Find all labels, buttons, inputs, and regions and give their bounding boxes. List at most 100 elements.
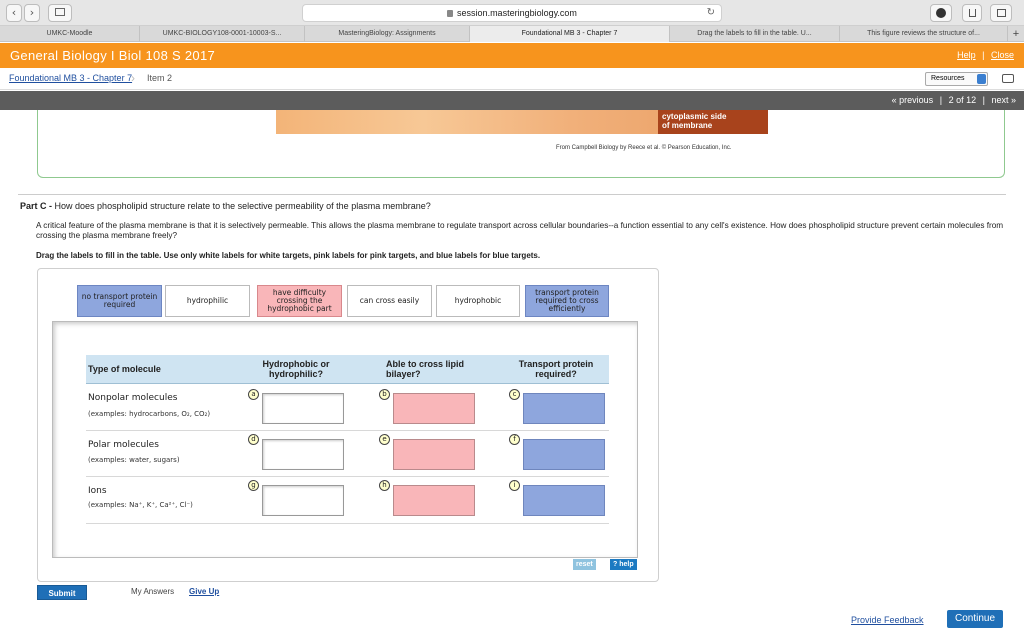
header-links: Help | Close (957, 50, 1014, 60)
breadcrumb-current: Item 2 (147, 73, 173, 83)
download-icon (936, 8, 946, 18)
address-bar[interactable]: session.masteringbiology.com ↻ (302, 4, 722, 22)
label-no-transport-protein[interactable]: no transport protein required (77, 285, 162, 317)
figure-panel: cytoplasmic side of membrane From Campbe… (37, 110, 1005, 178)
target-letter: e (379, 434, 390, 445)
lock-icon (447, 10, 454, 17)
tab-foundational-mb3[interactable]: Foundational MB 3 - Chapter 7 (470, 26, 670, 42)
forward-button[interactable]: › (24, 4, 40, 22)
label-have-difficulty-crossing[interactable]: have difficulty crossing the hydrophobic… (257, 285, 342, 317)
reset-button[interactable]: reset (573, 559, 596, 570)
course-title: General Biology I Biol 108 S 2017 (10, 48, 216, 63)
course-header: General Biology I Biol 108 S 2017 Help |… (0, 43, 1024, 68)
row-name: Ions (88, 486, 107, 496)
header-transport: Transport protein required? (518, 359, 594, 379)
row-divider (86, 430, 609, 431)
target-letter: b (379, 389, 390, 400)
answer-table-area: Type of molecule Hydrophobic or hydrophi… (52, 321, 638, 558)
continue-button[interactable]: Continue (947, 610, 1003, 628)
drop-target-h[interactable] (393, 485, 475, 516)
membrane-figure: cytoplasmic side of membrane (276, 110, 768, 134)
pager-separator: | (982, 95, 985, 105)
back-button[interactable]: ‹ (6, 4, 22, 22)
target-letter: h (379, 480, 390, 491)
header-cross-bilayer: Able to cross lipid bilayer? (386, 359, 465, 379)
table-header: Type of molecule Hydrophobic or hydrophi… (86, 355, 609, 384)
tabs-overview-button[interactable] (990, 4, 1012, 22)
share-icon (968, 9, 976, 17)
drag-drop-board: no transport protein required hydrophili… (37, 268, 659, 582)
header-hydrophobic: Hydrophobic or hydrophilic? (262, 359, 330, 379)
row-name: Polar molecules (88, 440, 159, 450)
next-link[interactable]: next » (991, 95, 1016, 105)
sidebar-icon (55, 8, 65, 16)
row-divider (86, 523, 609, 524)
drop-target-b[interactable] (393, 393, 475, 424)
close-link[interactable]: Close (991, 50, 1014, 60)
label-hydrophobic[interactable]: hydrophobic (436, 285, 520, 317)
part-title: How does phospholipid structure relate t… (54, 201, 431, 211)
pager: « previous | 2 of 12 | next » (892, 95, 1016, 105)
header-separator: | (982, 50, 985, 60)
url-text: session.masteringbiology.com (457, 8, 577, 18)
my-answers-link[interactable]: My Answers (131, 587, 174, 596)
downloads-button[interactable] (930, 4, 952, 22)
label-can-cross-easily[interactable]: can cross easily (347, 285, 432, 317)
share-button[interactable] (962, 4, 982, 22)
tab-mastering-assignments[interactable]: MasteringBiology: Assignments (305, 26, 470, 42)
question-instructions: Drag the labels to fill in the table. Us… (36, 251, 541, 260)
pager-position: 2 of 12 (948, 95, 977, 105)
provide-feedback-link[interactable]: Provide Feedback (851, 615, 924, 625)
new-tab-button[interactable]: + (1008, 26, 1024, 42)
drop-target-e[interactable] (393, 439, 475, 470)
drop-target-i[interactable] (523, 485, 605, 516)
tab-umkc-moodle[interactable]: UMKC-Moodle (0, 26, 140, 42)
row-examples: (examples: hydrocarbons, O₂, CO₂) (88, 410, 211, 418)
header-type: Type of molecule (88, 364, 161, 374)
resources-label: Resources (931, 75, 965, 82)
part-c-heading: Part C - How does phospholipid structure… (20, 201, 431, 211)
tabs-icon (996, 9, 1006, 17)
section-divider (18, 194, 1006, 195)
drop-target-c[interactable] (523, 393, 605, 424)
part-label: Part C - (20, 201, 53, 211)
submit-button[interactable]: Submit (37, 585, 87, 600)
row-divider (86, 476, 609, 477)
reload-icon[interactable]: ↻ (707, 5, 715, 21)
tab-drag-labels[interactable]: Drag the labels to fill in the table. U.… (670, 26, 840, 42)
give-up-link[interactable]: Give Up (189, 587, 219, 596)
breadcrumb: Foundational MB 3 - Chapter 7 › Item 2 R… (0, 68, 1024, 90)
resources-dropdown[interactable]: Resources (925, 72, 988, 86)
drop-target-f[interactable] (523, 439, 605, 470)
browser-toolbar: ‹ › session.masteringbiology.com ↻ (0, 0, 1024, 26)
target-letter: c (509, 389, 520, 400)
tab-strip: UMKC-Moodle UMKC-BIOLOGY108-0001-10003-S… (0, 26, 1024, 42)
sidebar-button[interactable] (48, 4, 72, 22)
print-icon[interactable] (1002, 74, 1014, 83)
figure-credit: From Campbell Biology by Reece et al. © … (556, 145, 732, 151)
question-intro: A critical feature of the plasma membran… (36, 221, 1004, 240)
membrane-label: cytoplasmic side of membrane (658, 110, 768, 134)
target-letter: i (509, 480, 520, 491)
row-name: Nonpolar molecules (88, 393, 178, 403)
drop-target-g[interactable] (262, 485, 344, 516)
target-letter: d (248, 434, 259, 445)
pager-separator: | (939, 95, 943, 105)
label-hydrophilic[interactable]: hydrophilic (165, 285, 250, 317)
breadcrumb-chevron-icon: › (131, 71, 135, 85)
previous-link[interactable]: « previous (892, 95, 934, 105)
row-examples: (examples: water, sugars) (88, 456, 180, 464)
breadcrumb-parent-link[interactable]: Foundational MB 3 - Chapter 7 (9, 73, 132, 83)
target-letter: a (248, 389, 259, 400)
tab-figure-review[interactable]: This figure reviews the structure of... (840, 26, 1008, 42)
help-link[interactable]: Help (957, 50, 976, 60)
help-button[interactable]: ? help (610, 559, 637, 570)
drop-target-a[interactable] (262, 393, 344, 424)
tab-umkc-biology[interactable]: UMKC-BIOLOGY108-0001-10003-S... (140, 26, 305, 42)
row-examples: (examples: Na⁺, K⁺, Ca²⁺, Cl⁻) (88, 501, 193, 509)
label-transport-protein-required[interactable]: transport protein required to cross effi… (525, 285, 609, 317)
dropdown-arrow-icon (977, 74, 986, 84)
target-letter: g (248, 480, 259, 491)
drop-target-d[interactable] (262, 439, 344, 470)
target-letter: f (509, 434, 520, 445)
